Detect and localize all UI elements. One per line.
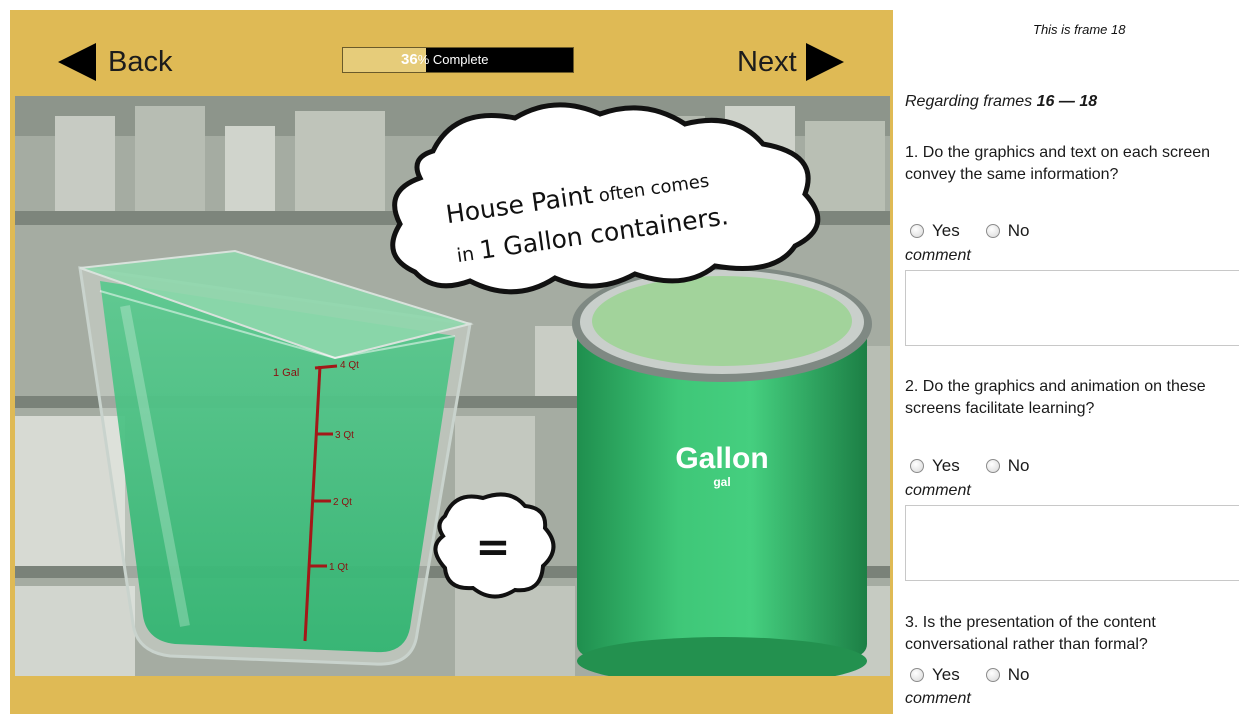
next-arrow-icon bbox=[805, 43, 844, 81]
back-arrow-icon bbox=[58, 43, 96, 81]
back-label: Back bbox=[108, 45, 173, 78]
can-sublabel: gal bbox=[713, 475, 730, 489]
lesson-illustration: 1 Gal 4 Qt 3 Qt 2 Qt 1 Qt Gallon gal Hou… bbox=[15, 96, 890, 676]
bucket-mark-3qt: 3 Qt bbox=[335, 430, 354, 441]
question-1-no-label[interactable]: No bbox=[1008, 221, 1030, 241]
question-1-comment-field[interactable] bbox=[905, 270, 1239, 346]
question-3-yes-radio[interactable] bbox=[910, 668, 924, 682]
question-3-yes-label[interactable]: Yes bbox=[932, 665, 960, 685]
question-1-no-radio[interactable] bbox=[985, 224, 1000, 238]
next-label: Next bbox=[737, 45, 797, 78]
question-2-yes-radio[interactable] bbox=[910, 459, 924, 473]
question-3-text: 3. Is the presentation of the content co… bbox=[905, 614, 1156, 653]
progress-bar: 36% Complete bbox=[342, 47, 574, 73]
question-1-options: Yes No bbox=[910, 221, 1055, 241]
question-3-options: Yes No bbox=[910, 665, 1055, 685]
back-button[interactable]: Back bbox=[58, 42, 172, 82]
question-1-comment-label: comment bbox=[905, 247, 971, 264]
next-button[interactable]: Next bbox=[737, 42, 844, 82]
measuring-bucket: 1 Gal 4 Qt 3 Qt 2 Qt 1 Qt bbox=[78, 249, 474, 666]
question-2-no-label[interactable]: No bbox=[1008, 456, 1030, 476]
question-2-options: Yes No bbox=[910, 456, 1055, 476]
can-label: Gallon bbox=[675, 442, 768, 475]
bubble-text-3: in bbox=[455, 242, 481, 267]
lesson-panel: Back 36% Complete Next 1 Gal 4 Qt 3 Qt 2… bbox=[0, 0, 900, 714]
question-3-no-radio[interactable] bbox=[985, 668, 1000, 682]
question-1-yes-radio[interactable] bbox=[910, 224, 924, 238]
review-panel: This is frame 18 Regarding frames 16 — 1… bbox=[900, 0, 1239, 714]
equals-sign: = bbox=[475, 522, 510, 571]
bucket-mark-4qt: 4 Qt bbox=[340, 360, 359, 371]
question-3-no-label[interactable]: No bbox=[1008, 665, 1030, 685]
question-2-yes-label[interactable]: Yes bbox=[932, 456, 960, 476]
lesson-frame: Back 36% Complete Next 1 Gal 4 Qt 3 Qt 2… bbox=[10, 10, 893, 714]
question-1-text: 1. Do the graphics and text on each scre… bbox=[905, 144, 1211, 183]
equals-bubble: = bbox=[433, 492, 556, 599]
progress-percent: 36 bbox=[401, 51, 418, 68]
speech-bubble: House Paint often comes in 1 Gallon cont… bbox=[390, 102, 821, 295]
frame-label: This is frame 18 bbox=[1033, 22, 1126, 37]
paint-can: Gallon gal bbox=[572, 266, 872, 676]
lesson-toolbar: Back 36% Complete Next bbox=[10, 10, 893, 96]
regarding-frames: Regarding frames 16 — 18 bbox=[905, 93, 1098, 110]
progress-suffix: % Complete bbox=[417, 52, 489, 67]
question-3-comment-label: comment bbox=[905, 690, 971, 707]
bucket-mark-1gal: 1 Gal bbox=[273, 367, 299, 379]
bucket-mark-2qt: 2 Qt bbox=[333, 497, 352, 508]
question-2-comment-label: comment bbox=[905, 482, 971, 499]
question-2-comment-field[interactable] bbox=[905, 505, 1239, 581]
bucket-mark-1qt: 1 Qt bbox=[329, 562, 348, 573]
question-1-yes-label[interactable]: Yes bbox=[932, 221, 960, 241]
illustration-svg: 1 Gal 4 Qt 3 Qt 2 Qt 1 Qt Gallon gal Hou… bbox=[15, 96, 890, 676]
question-2-text: 2. Do the graphics and animation on thes… bbox=[905, 378, 1206, 417]
question-2-no-radio[interactable] bbox=[985, 459, 1000, 473]
